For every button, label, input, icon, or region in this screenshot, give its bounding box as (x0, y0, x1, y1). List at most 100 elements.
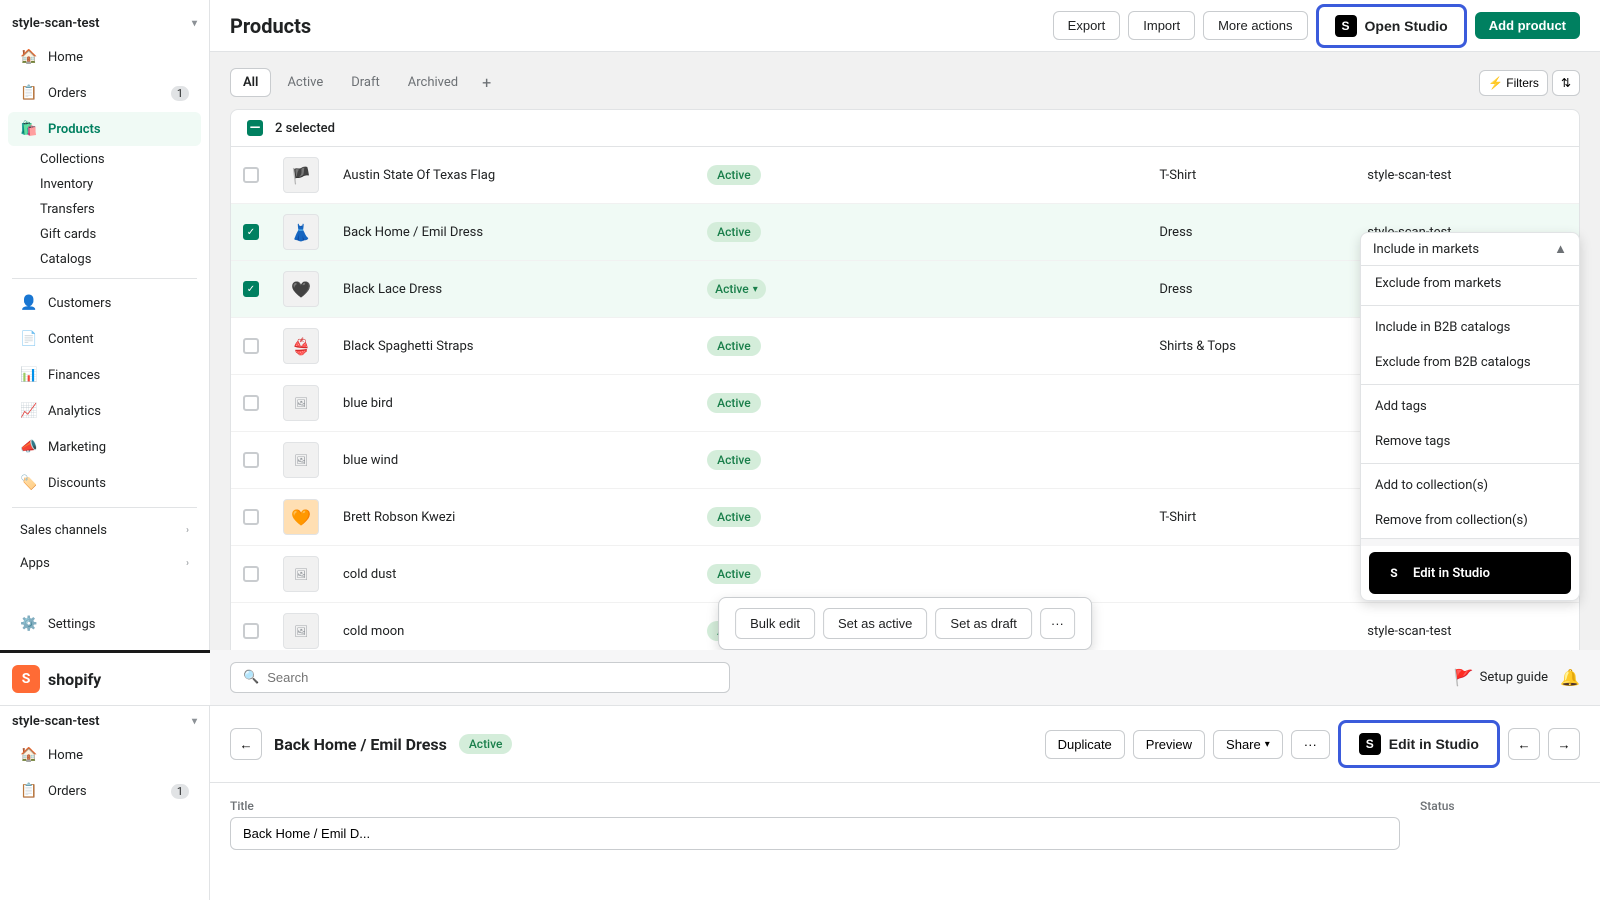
filter-icons: ⚡ Filters ⇅ (1479, 70, 1580, 96)
apps-expandable[interactable]: Apps › (8, 548, 201, 579)
row-checkbox[interactable] (243, 509, 259, 525)
tab-active[interactable]: Active (275, 69, 335, 96)
set-as-active-button[interactable]: Set as active (823, 608, 927, 639)
product-name[interactable]: cold moon (331, 603, 695, 651)
tab-archived[interactable]: Archived (396, 69, 470, 96)
product-name[interactable]: blue wind (331, 432, 695, 489)
page-title: Products (230, 14, 1041, 38)
dropdown-divider-3 (1361, 463, 1579, 464)
product-type: Dress (1147, 261, 1355, 318)
edit-studio-label: Edit in Studio (1413, 566, 1490, 581)
dropdown-item-remove-collection[interactable]: Remove from collection(s) (1361, 503, 1579, 538)
sidebar-item-transfers[interactable]: Transfers (40, 197, 209, 222)
search-bar: 🔍 🚩 Setup guide 🔔 (210, 650, 1600, 706)
sidebar-item-inventory[interactable]: Inventory (40, 172, 209, 197)
sidebar-item-label: Home (48, 50, 83, 65)
bulk-more-button[interactable]: ··· (1040, 608, 1075, 639)
sidebar-item-discounts[interactable]: 🏷️ Discounts (8, 466, 201, 500)
bulk-edit-button[interactable]: Bulk edit (735, 608, 815, 639)
sidebar-item-marketing[interactable]: 📣 Marketing (8, 430, 201, 464)
sales-channels-expandable[interactable]: Sales channels › (8, 515, 201, 546)
back-button[interactable]: ← (230, 728, 262, 760)
search-input-wrap: 🔍 (230, 662, 730, 693)
sidebar-item-products[interactable]: 🛍️ Products (8, 112, 201, 146)
preview-button[interactable]: Preview (1133, 730, 1205, 759)
product-name[interactable]: Black Lace Dress (331, 261, 695, 318)
inventory-info (866, 489, 1147, 546)
edit-in-studio-dropdown-button[interactable]: S Edit in Studio (1369, 552, 1571, 594)
row-checkbox[interactable] (243, 395, 259, 411)
setup-guide[interactable]: 🚩 Setup guide (1454, 668, 1548, 687)
sidebar-item-settings[interactable]: ⚙️ Settings (8, 607, 201, 641)
open-studio-button[interactable]: S Open Studio (1316, 4, 1467, 48)
table-row[interactable]: 🏴 Austin State Of Texas Flag Active T-Sh… (231, 147, 1579, 204)
product-name[interactable]: Brett Robson Kwezi (331, 489, 695, 546)
status-field-label: Status (1420, 799, 1580, 813)
import-button[interactable]: Import (1128, 11, 1195, 40)
filter-button[interactable]: ⚡ Filters (1479, 70, 1548, 96)
row-checkbox[interactable] (243, 452, 259, 468)
duplicate-button[interactable]: Duplicate (1045, 730, 1125, 759)
product-type: T-Shirt (1147, 147, 1355, 204)
inventory-info (866, 261, 1147, 318)
tab-add-button[interactable]: + (474, 69, 499, 96)
notification-bell-icon[interactable]: 🔔 (1560, 668, 1580, 687)
row-checkbox[interactable] (243, 338, 259, 354)
sidebar-item-orders[interactable]: 📋 Orders 1 (8, 76, 201, 110)
tab-draft[interactable]: Draft (339, 69, 392, 96)
row-checkbox[interactable]: ✓ (243, 224, 259, 240)
sidebar-item-collections[interactable]: Collections (40, 147, 209, 172)
more-actions-detail-button[interactable]: ··· (1291, 730, 1330, 759)
dropdown-item-remove-tags[interactable]: Remove tags (1361, 424, 1579, 459)
sidebar-item-content[interactable]: 📄 Content (8, 322, 201, 356)
bottom-store-name: style-scan-test (12, 714, 100, 729)
select-all-checkbox[interactable]: — (247, 120, 263, 136)
row-checkbox[interactable] (243, 623, 259, 639)
shopify-bar: S shopify (0, 650, 210, 706)
store-selector[interactable]: style-scan-test ▾ (0, 8, 209, 39)
export-button[interactable]: Export (1053, 11, 1121, 40)
product-name[interactable]: Austin State Of Texas Flag (331, 147, 695, 204)
product-name[interactable]: Black Spaghetti Straps (331, 318, 695, 375)
orders-icon-bottom: 📋 (20, 782, 38, 800)
row-checkbox[interactable] (243, 566, 259, 582)
row-checkbox[interactable] (243, 167, 259, 183)
bottom-sidebar-home[interactable]: 🏠 Home (8, 738, 201, 772)
product-name[interactable]: blue bird (331, 375, 695, 432)
next-product-button[interactable]: → (1548, 728, 1580, 760)
dropdown-item-exclude-markets[interactable]: Exclude from markets (1361, 266, 1579, 301)
title-field-input[interactable] (230, 817, 1400, 850)
dropdown-item-exclude-b2b[interactable]: Exclude from B2B catalogs (1361, 345, 1579, 380)
dropdown-item-add-collection[interactable]: Add to collection(s) (1361, 468, 1579, 503)
bottom-sidebar-orders[interactable]: 📋 Orders 1 (8, 774, 201, 808)
sidebar-item-gift-cards[interactable]: Gift cards (40, 222, 209, 247)
table-header-bar: — 2 selected (231, 110, 1579, 147)
sidebar-item-analytics[interactable]: 📈 Analytics (8, 394, 201, 428)
tab-all[interactable]: All (230, 68, 271, 97)
set-as-draft-button[interactable]: Set as draft (935, 608, 1031, 639)
status-badge-dropdown[interactable]: Active ▾ (707, 279, 766, 299)
detail-body: Title Status (210, 783, 1600, 866)
product-thumb: 👗 (283, 214, 319, 250)
sidebar-item-customers[interactable]: 👤 Customers (8, 286, 201, 320)
add-product-button[interactable]: Add product (1475, 12, 1580, 39)
search-input[interactable] (267, 670, 717, 685)
product-thumb: 🖼 (283, 442, 319, 478)
sidebar-item-home[interactable]: 🏠 Home (8, 40, 201, 74)
edit-in-studio-bottom-button[interactable]: S Edit in Studio (1338, 720, 1500, 768)
sidebar-item-finances[interactable]: 📊 Finances (8, 358, 201, 392)
row-checkbox[interactable]: ✓ (243, 281, 259, 297)
bottom-store-selector[interactable]: style-scan-test ▾ (0, 706, 209, 737)
sidebar-item-catalogs[interactable]: Catalogs (40, 247, 209, 272)
dropdown-item-include-b2b[interactable]: Include in B2B catalogs (1361, 310, 1579, 345)
product-name[interactable]: Back Home / Emil Dress (331, 204, 695, 261)
dropdown-item-add-tags[interactable]: Add tags (1361, 389, 1579, 424)
prev-product-button[interactable]: ← (1508, 728, 1540, 760)
detail-status-badge: Active (459, 734, 513, 754)
sort-button[interactable]: ⇅ (1552, 70, 1580, 96)
product-name[interactable]: cold dust (331, 546, 695, 603)
dropdown-close-icon[interactable]: ▲ (1554, 241, 1567, 257)
more-actions-button[interactable]: More actions (1203, 11, 1307, 40)
share-button[interactable]: Share ▾ (1213, 730, 1283, 759)
apps-label: Apps (20, 556, 50, 571)
